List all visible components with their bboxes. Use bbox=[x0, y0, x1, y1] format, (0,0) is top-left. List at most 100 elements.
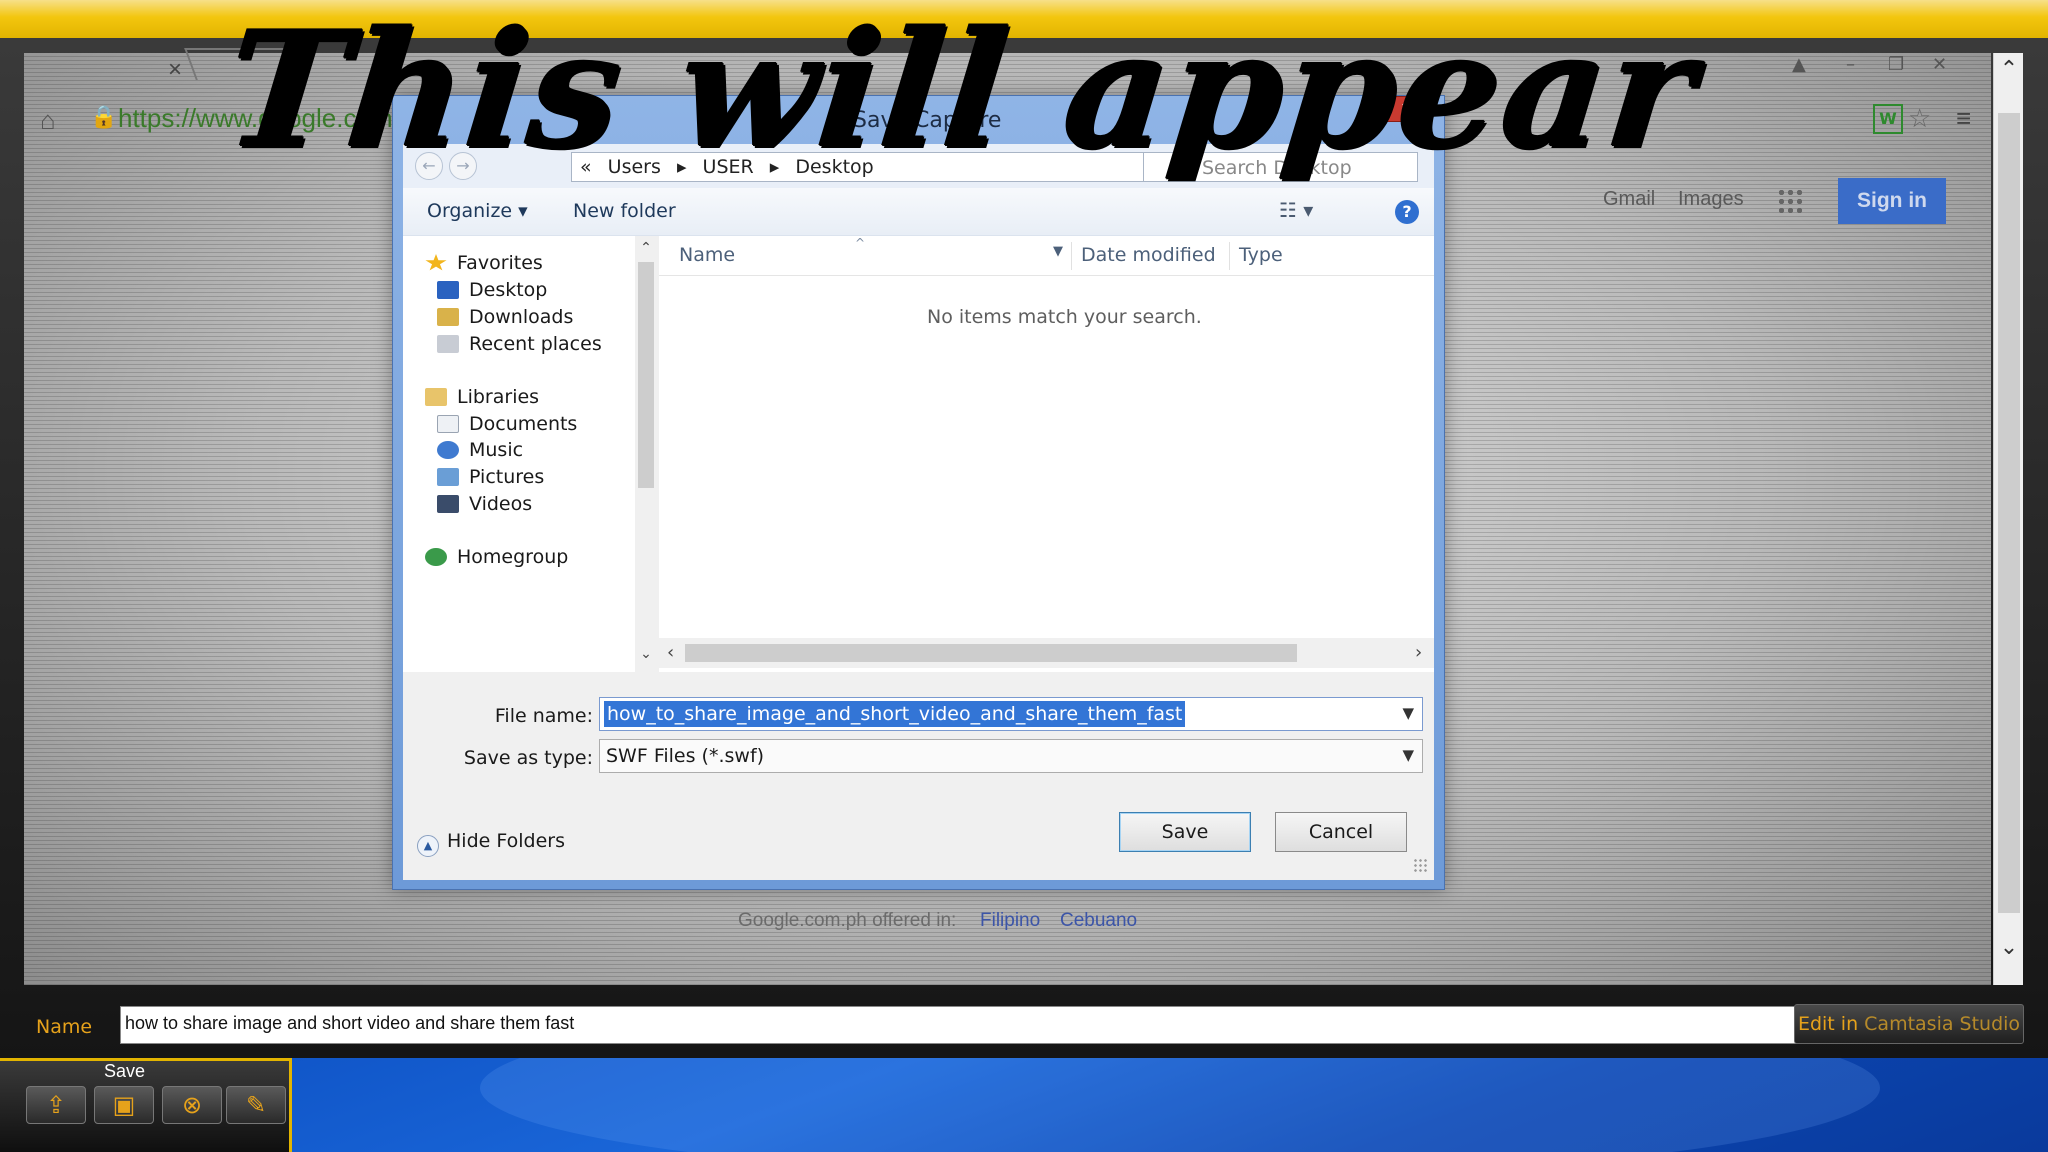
scroll-up-icon[interactable]: ⌃ bbox=[635, 240, 657, 256]
scroll-down-icon[interactable]: ⌄ bbox=[635, 646, 657, 662]
file-list: Name ^ ▼ Date modified Type No items mat… bbox=[659, 236, 1434, 672]
name-label: Name bbox=[36, 1016, 93, 1038]
pictures-icon bbox=[437, 468, 459, 486]
file-name-label: File name: bbox=[494, 705, 593, 727]
organize-menu[interactable]: Organize ▾ bbox=[427, 200, 528, 222]
desktop-icon bbox=[437, 281, 459, 299]
nav-label: Libraries bbox=[457, 386, 540, 408]
horizontal-scrollbar[interactable]: ‹ › bbox=[659, 638, 1434, 668]
footer-offered-text: Google.com.ph offered in: bbox=[738, 910, 957, 931]
restore-icon: ❐ bbox=[1888, 54, 1905, 75]
chevron-down-icon[interactable]: ▼ bbox=[1402, 704, 1414, 722]
nav-label: Videos bbox=[469, 493, 533, 515]
lock-icon: 🔒 bbox=[90, 104, 118, 129]
nav-item-homegroup[interactable]: Homegroup bbox=[425, 546, 568, 576]
view-options-icon[interactable]: ☷ ▾ bbox=[1279, 198, 1313, 222]
videos-icon bbox=[437, 495, 459, 513]
hide-folders-label: Hide Folders bbox=[447, 830, 565, 852]
save-file-button[interactable]: ▣ bbox=[94, 1086, 154, 1124]
recorder-name-bar: Name how to share image and short video … bbox=[22, 1002, 2024, 1048]
scroll-thumb[interactable] bbox=[1998, 113, 2020, 913]
sign-in-button: Sign in bbox=[1838, 178, 1946, 224]
star-icon: ☆ bbox=[1908, 103, 1932, 133]
recent-places-icon bbox=[437, 335, 459, 353]
music-icon bbox=[437, 441, 459, 459]
home-icon: ⌂ bbox=[40, 105, 56, 135]
empty-list-message: No items match your search. bbox=[927, 306, 1202, 328]
menu-icon: ≡ bbox=[1956, 103, 1972, 133]
scroll-thumb[interactable] bbox=[685, 644, 1297, 662]
edit-in-camtasia-button[interactable]: Edit in Camtasia Studio bbox=[1794, 1004, 2024, 1044]
cancel-button[interactable]: Cancel bbox=[1275, 812, 1407, 852]
apps-grid-icon bbox=[1777, 188, 1803, 214]
save-button[interactable]: Save bbox=[1119, 812, 1251, 852]
scroll-down-icon[interactable]: ⌄ bbox=[1994, 933, 2024, 963]
edit-app-name: Camtasia Studio bbox=[1864, 1013, 2021, 1035]
downloads-icon bbox=[437, 308, 459, 326]
nav-label: Recent places bbox=[469, 333, 602, 355]
share-upload-button[interactable]: ⇪ bbox=[26, 1086, 86, 1124]
edit-prefix: Edit in bbox=[1797, 1013, 1865, 1035]
nav-item-desktop[interactable]: Desktop bbox=[437, 279, 547, 309]
column-name[interactable]: Name bbox=[679, 244, 735, 266]
column-dropdown-icon[interactable]: ▼ bbox=[1053, 244, 1063, 259]
sort-up-icon: ^ bbox=[855, 236, 866, 250]
column-header-row: Name ^ ▼ Date modified Type bbox=[659, 236, 1434, 276]
nav-item-recent-places[interactable]: Recent places bbox=[437, 333, 602, 363]
extension-icon: W bbox=[1873, 104, 1903, 134]
save-panel-label: Save bbox=[104, 1061, 146, 1081]
window-close-icon: ✕ bbox=[1932, 54, 1948, 75]
browser-window-controls: ▲ – ❐ ✕ bbox=[1792, 54, 1962, 78]
save-as-type-label: Save as type: bbox=[463, 747, 593, 769]
libraries-icon bbox=[425, 388, 447, 406]
nav-item-music[interactable]: Music bbox=[437, 439, 523, 469]
hide-folders-button[interactable]: ▲ Hide Folders bbox=[417, 830, 565, 857]
delete-button[interactable]: ⊗ bbox=[162, 1086, 222, 1124]
save-as-type-select[interactable]: SWF Files (*.swf) ▼ bbox=[599, 739, 1423, 773]
tools-button[interactable]: ✎ bbox=[226, 1086, 286, 1124]
resize-grip[interactable] bbox=[1413, 858, 1427, 872]
nav-label: Documents bbox=[469, 413, 578, 435]
scroll-left-icon[interactable]: ‹ bbox=[667, 642, 674, 663]
scroll-thumb[interactable] bbox=[638, 262, 654, 488]
column-separator bbox=[1229, 242, 1230, 270]
dialog-toolbar: Organize ▾ New folder ☷ ▾ ? bbox=[403, 188, 1434, 236]
dialog-body: ← → « Users ▸ USER ▸ Desktop Search Desk… bbox=[403, 144, 1434, 880]
nav-item-downloads[interactable]: Downloads bbox=[437, 306, 573, 336]
file-name-input[interactable]: how_to_share_image_and_short_video_and_s… bbox=[599, 697, 1423, 731]
star-icon bbox=[425, 254, 447, 271]
scroll-right-icon[interactable]: › bbox=[1415, 642, 1422, 663]
footer-lang-link: Filipino bbox=[980, 910, 1041, 931]
gmail-link: Gmail bbox=[1603, 188, 1656, 210]
nav-label: Desktop bbox=[469, 279, 548, 301]
navigation-pane: Favorites Desktop Downloads Recent place… bbox=[403, 236, 643, 672]
save-dialog: Save Capture ✕ ← → « Users ▸ USER ▸ Desk… bbox=[392, 95, 1445, 890]
save-as-type-value: SWF Files (*.swf) bbox=[606, 745, 765, 767]
column-type[interactable]: Type bbox=[1239, 244, 1283, 266]
name-input[interactable]: how to share image and short video and s… bbox=[120, 1006, 1802, 1044]
nav-label: Pictures bbox=[469, 466, 545, 488]
windows-desktop-background bbox=[0, 1058, 2048, 1152]
footer-lang-link: Cebuano bbox=[1060, 910, 1138, 931]
homegroup-icon bbox=[425, 548, 447, 566]
column-date-modified[interactable]: Date modified bbox=[1081, 244, 1216, 266]
screen-scrollbar[interactable]: ⌃ ⌄ bbox=[1993, 53, 2023, 985]
file-name-value[interactable]: how_to_share_image_and_short_video_and_s… bbox=[604, 701, 1186, 727]
help-icon[interactable]: ? bbox=[1395, 200, 1419, 224]
nav-scrollbar[interactable]: ⌃ ⌄ bbox=[635, 236, 657, 672]
nav-item-videos[interactable]: Videos bbox=[437, 493, 532, 523]
new-folder-button[interactable]: New folder bbox=[573, 200, 676, 222]
minimize-icon: – bbox=[1846, 54, 1855, 75]
scroll-up-icon[interactable]: ⌃ bbox=[1994, 55, 2024, 85]
nav-label: Favorites bbox=[457, 252, 543, 274]
tab-close-icon: × bbox=[168, 56, 183, 83]
nav-label: Downloads bbox=[469, 306, 574, 328]
documents-icon bbox=[437, 415, 459, 433]
user-icon: ▲ bbox=[1792, 54, 1806, 75]
chevron-down-icon[interactable]: ▼ bbox=[1402, 746, 1414, 764]
nav-item-libraries[interactable]: Libraries bbox=[425, 386, 539, 416]
nav-item-favorites[interactable]: Favorites bbox=[425, 252, 543, 282]
nav-item-pictures[interactable]: Pictures bbox=[437, 466, 544, 496]
nav-label: Music bbox=[469, 439, 524, 461]
overlay-caption: This will appear bbox=[218, 0, 1705, 184]
